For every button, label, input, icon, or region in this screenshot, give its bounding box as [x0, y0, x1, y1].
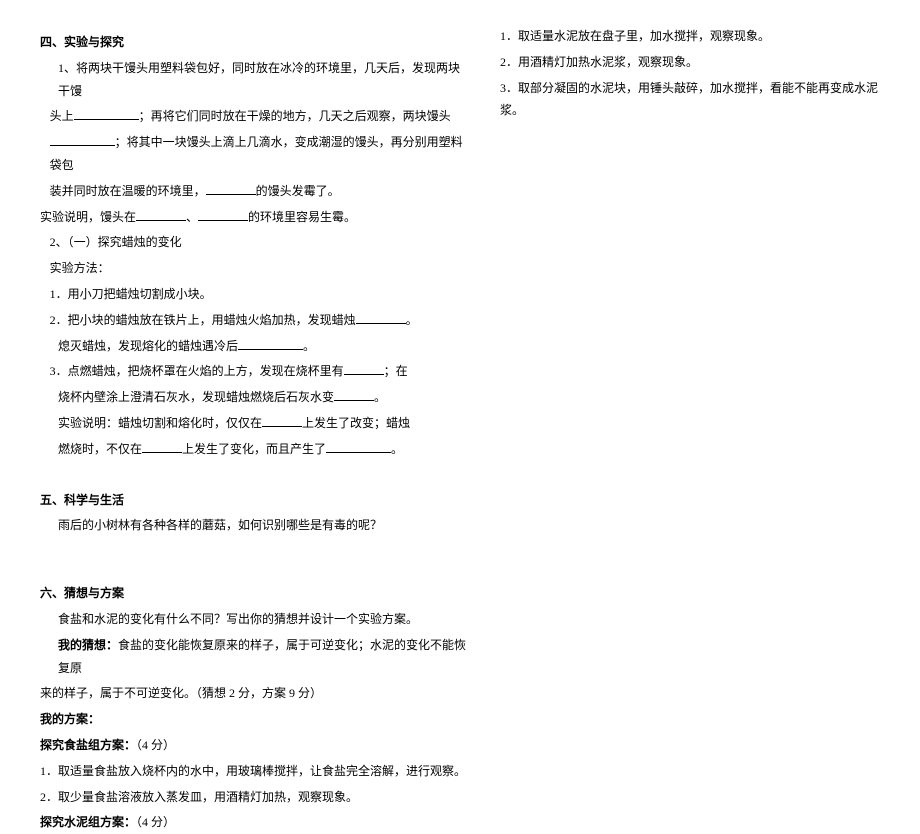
s4d: 上发生了变化，而且产生了: [182, 442, 326, 456]
blank-10: [262, 416, 302, 427]
blank-1: [74, 109, 139, 120]
q1-text-3b: 的馒头发霉了。: [256, 184, 340, 198]
blank-11: [142, 441, 182, 452]
sub-step2c-row: 熄灭蜡烛，发现熔化的蜡烛遇冷后 。: [40, 335, 470, 358]
salt-plan-score: （4 分）: [136, 738, 175, 752]
salt-plan-row: 探究食盐组方案：（4 分）: [40, 734, 470, 757]
s4e: 。: [391, 442, 403, 456]
sub-step4c-row: 燃烧时，不仅在 上发生了变化，而且产生了 。: [40, 438, 470, 461]
exp-pre: 实验说明，馒头在: [40, 210, 136, 224]
cement-3: 3．取部分凝固的水泥块，用锤头敲碎，加水搅拌，看能不能再变成水泥浆。: [500, 77, 880, 123]
blank-6: [356, 312, 406, 323]
s3c: 烧杯内壁涂上澄清石灰水，发现蜡烛燃烧后石灰水变: [58, 390, 334, 404]
sub-heading: 2、（一）探究蜡烛的变化: [40, 231, 470, 254]
q1-text-3a: 装并同时放在温暖的环境里，: [50, 184, 206, 198]
s2c: 熄灭蜡烛，发现熔化的蜡烛遇冷后: [58, 339, 238, 353]
sub-step4-row: 实验说明：蜡烛切割和熔化时，仅仅在 上发生了改变；蜡烛: [40, 412, 470, 435]
section5-title: 五、科学与生活: [40, 489, 470, 512]
s4a: 实验说明：蜡烛切割和熔化时，仅仅在: [58, 416, 262, 430]
salt-plan-2: 2．取少量食盐溶液放入蒸发皿，用酒精灯加热，观察现象。: [40, 786, 470, 809]
plan-label: 我的方案：: [40, 708, 470, 731]
sub-step2-row: 2．把小块的蜡烛放在铁片上，用蜡烛火焰加热，发现蜡烛 。: [40, 309, 470, 332]
section6-intro: 食盐和水泥的变化有什么不同？写出你的猜想并设计一个实验方案。: [40, 608, 470, 631]
method-label: 实验方法：: [40, 257, 470, 280]
s4b: 上发生了改变；蜡烛: [302, 416, 410, 430]
s3d: 。: [374, 390, 386, 404]
blank-5: [198, 209, 248, 220]
salt-plan-label: 探究食盐组方案：: [40, 738, 136, 752]
blank-9: [334, 390, 374, 401]
s2b: 。: [406, 313, 418, 327]
q1-line1b-row: 头上 ；再将它们同时放在干燥的地方，几天之后观察，两块馒头: [40, 105, 470, 128]
q1-text-b: 头上: [50, 109, 74, 123]
sub-step3c-row: 烧杯内壁涂上澄清石灰水，发现蜡烛燃烧后石灰水变 。: [40, 386, 470, 409]
blank-8: [344, 364, 384, 375]
left-column: 四、实验与探究 1、将两块干馒头用塑料袋包好，同时放在冰冷的环境里，几天后，发现…: [40, 25, 470, 625]
exp-mid: 、: [186, 210, 198, 224]
q1-line3-row: 装并同时放在温暖的环境里， 的馒头发霉了。: [40, 180, 470, 203]
s3b: ；在: [384, 364, 408, 378]
cement-2: 2．用酒精灯加热水泥浆，观察现象。: [500, 51, 880, 74]
right-column: 1．取适量水泥放在盘子里，加水搅拌，观察现象。 2．用酒精灯加热水泥浆，观察现象…: [500, 25, 880, 625]
section6-title: 六、猜想与方案: [40, 582, 470, 605]
cement-1: 1．取适量水泥放在盘子里，加水搅拌，观察现象。: [500, 25, 880, 48]
blank-3: [206, 183, 256, 194]
exp-post: 的环境里容易生霉。: [248, 210, 356, 224]
blank-4: [136, 209, 186, 220]
q1-text-c: ；再将它们同时放在干燥的地方，几天之后观察，两块馒头: [139, 109, 451, 123]
blank-7: [238, 338, 303, 349]
blank-12: [326, 441, 391, 452]
section5-text: 雨后的小树林有各种各样的蘑菇，如何识别哪些是有毒的呢？: [40, 514, 470, 537]
guess-text1: 食盐的变化能恢复原来的样子，属于可逆变化；水泥的变化不能恢复原: [58, 638, 466, 675]
sub-step3-row: 3．点燃蜡烛，把烧杯罩在火焰的上方，发现在烧杯里有 ；在: [40, 360, 470, 383]
s4c: 燃烧时，不仅在: [58, 442, 142, 456]
s2d: 。: [303, 339, 315, 353]
q1-line1: 1、将两块干馒头用塑料袋包好，同时放在冰冷的环境里，几天后，发现两块干馒: [40, 57, 470, 103]
blank-2: [50, 135, 115, 146]
q1-line2-row: ；将其中一块馒头上滴上几滴水，变成潮湿的馒头，再分别用塑料袋包: [40, 131, 470, 177]
salt-plan-1: 1．取适量食盐放入烧杯内的水中，用玻璃棒搅拌，让食盐完全溶解，进行观察。: [40, 760, 470, 783]
guess-text2-row: 来的样子，属于不可逆变化。（猜想 2 分，方案 9 分）: [40, 682, 470, 705]
sub-step1: 1．用小刀把蜡烛切割成小块。: [40, 283, 470, 306]
s2a: 2．把小块的蜡烛放在铁片上，用蜡烛火焰加热，发现蜡烛: [50, 313, 356, 327]
guess-row: 我的猜想：食盐的变化能恢复原来的样子，属于可逆变化；水泥的变化不能恢复原: [40, 634, 470, 680]
cement-plan-label: 探究水泥组方案：: [40, 815, 136, 829]
q1-text-a: 1、将两块干馒头用塑料袋包好，同时放在冰冷的环境里，几天后，发现两块干馒: [58, 61, 460, 98]
section4-title: 四、实验与探究: [40, 31, 470, 54]
cement-plan-score: （4 分）: [136, 815, 175, 829]
exp-summary-row: 实验说明，馒头在 、 的环境里容易生霉。: [40, 206, 470, 229]
s3a: 3．点燃蜡烛，把烧杯罩在火焰的上方，发现在烧杯里有: [50, 364, 344, 378]
cement-plan-row: 探究水泥组方案：（4 分）: [40, 811, 470, 834]
